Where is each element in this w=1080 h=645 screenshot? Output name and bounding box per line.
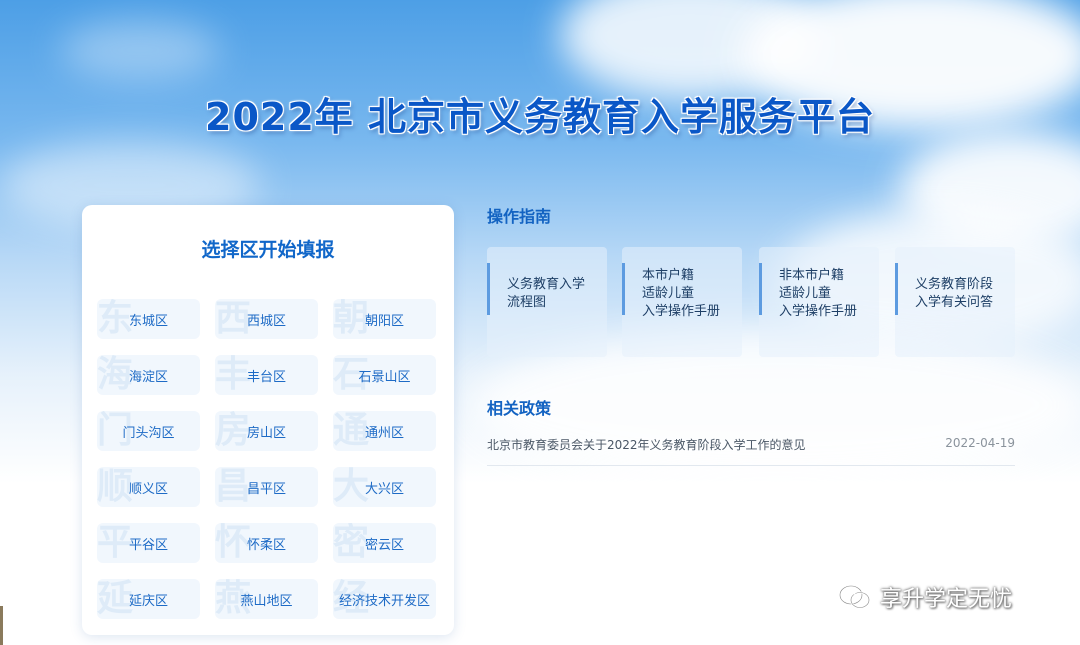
district-label: 门头沟区: [122, 425, 175, 441]
district-label: 海淀区: [128, 369, 168, 385]
district-label: 东城区: [128, 313, 168, 329]
guide-accent-bar: [487, 263, 490, 315]
guide-card[interactable]: 义务教育阶段 入学有关问答: [895, 247, 1015, 357]
district-label: 大兴区: [364, 481, 404, 497]
district-label: 怀柔区: [246, 537, 286, 553]
district-label: 密云区: [364, 537, 404, 553]
wechat-icon: [839, 585, 870, 609]
guide-section-title: 操作指南: [487, 207, 552, 226]
edge-handle: [0, 606, 3, 645]
policy-section-title: 相关政策: [487, 399, 552, 418]
district-button[interactable]: 燕燕山地区: [215, 579, 318, 619]
guide-card-line: 适龄儿童: [779, 286, 832, 301]
district-button[interactable]: 延延庆区: [97, 579, 200, 619]
guide-card-text: 非本市户籍适龄儿童入学操作手册: [779, 247, 875, 357]
guide-accent-bar: [759, 263, 762, 315]
district-button[interactable]: 密密云区: [333, 523, 436, 563]
guide-card-line: 入学操作手册: [642, 304, 721, 319]
district-watermark-char: 怀: [215, 523, 252, 563]
watermark: 享升学定无忧: [838, 582, 1012, 612]
district-label: 通州区: [364, 425, 404, 441]
district-grid: 东东城区西西城区朝朝阳区海海淀区丰丰台区石石景山区门门头沟区房房山区通通州区顺顺…: [97, 299, 436, 619]
guide-card-line: 入学操作手册: [779, 304, 858, 319]
district-button[interactable]: 门门头沟区: [97, 411, 200, 451]
guide-card-text: 义务教育入学 流程图: [507, 247, 603, 357]
district-button[interactable]: 经经济技术开发区: [333, 579, 436, 619]
district-watermark-char: 昌: [215, 467, 252, 507]
district-label: 房山区: [246, 425, 286, 441]
district-button[interactable]: 房房山区: [215, 411, 318, 451]
guide-accent-bar: [895, 263, 898, 315]
district-watermark-char: 东: [97, 299, 134, 339]
district-button[interactable]: 海海淀区: [97, 355, 200, 395]
watermark-text: 享升学定无忧: [880, 587, 1013, 612]
guide-card[interactable]: 本市户籍适龄儿童入学操作手册: [622, 247, 742, 357]
district-label: 顺义区: [128, 481, 168, 497]
district-button[interactable]: 朝朝阳区: [333, 299, 436, 339]
district-button[interactable]: 大大兴区: [333, 467, 436, 507]
district-watermark-char: 朝: [333, 299, 370, 339]
district-button[interactable]: 西西城区: [215, 299, 318, 339]
district-label: 西城区: [246, 313, 286, 329]
district-label: 经济技术开发区: [338, 593, 430, 609]
district-watermark-char: 房: [215, 411, 252, 451]
district-label: 平谷区: [128, 537, 168, 553]
guide-card-line: 适龄儿童: [642, 286, 695, 301]
policy-link-text[interactable]: 北京市教育委员会关于2022年义务教育阶段入学工作的意见: [487, 436, 806, 453]
district-watermark-char: 顺: [97, 467, 134, 507]
guide-card[interactable]: 非本市户籍适龄儿童入学操作手册: [759, 247, 879, 357]
guide-card-line: 流程图: [507, 295, 547, 310]
district-watermark-char: 丰: [215, 355, 252, 395]
district-label: 延庆区: [128, 593, 168, 609]
district-watermark-char: 通: [333, 411, 370, 451]
guide-accent-bar: [622, 263, 625, 315]
page-title: 2022年 北京市义务教育入学服务平台: [205, 95, 875, 139]
district-label: 昌平区: [246, 481, 286, 497]
guide-card-line: 义务教育入学: [507, 277, 586, 292]
guide-card-line: 本市户籍: [642, 268, 695, 283]
district-button[interactable]: 昌昌平区: [215, 467, 318, 507]
guide-card-text: 本市户籍适龄儿童入学操作手册: [642, 247, 738, 357]
district-watermark-char: 海: [97, 355, 134, 395]
district-label: 朝阳区: [364, 313, 404, 329]
guide-card-line: 义务教育阶段: [915, 277, 994, 292]
district-watermark-char: 大: [333, 467, 370, 507]
district-button[interactable]: 石石景山区: [333, 355, 436, 395]
district-label: 燕山地区: [240, 593, 293, 609]
policy-date: 2022-04-19: [945, 436, 1015, 450]
district-card-title: 选择区开始填报: [201, 239, 335, 261]
guide-card-text: 义务教育阶段 入学有关问答: [915, 247, 1011, 357]
district-button[interactable]: 通通州区: [333, 411, 436, 451]
district-button[interactable]: 平平谷区: [97, 523, 200, 563]
district-button[interactable]: 顺顺义区: [97, 467, 200, 507]
district-button[interactable]: 东东城区: [97, 299, 200, 339]
guide-card-line: 入学有关问答: [915, 295, 994, 310]
district-watermark-char: 密: [333, 523, 370, 563]
district-label: 石景山区: [358, 369, 411, 385]
guide-card-line: 非本市户籍: [779, 268, 845, 283]
district-selection-card: 选择区开始填报 东东城区西西城区朝朝阳区海海淀区丰丰台区石石景山区门门头沟区房房…: [82, 205, 454, 635]
district-watermark-char: 平: [97, 523, 134, 563]
district-watermark-char: 延: [97, 579, 134, 619]
district-label: 丰台区: [246, 369, 286, 385]
guide-card[interactable]: 义务教育入学 流程图: [487, 247, 607, 357]
district-watermark-char: 西: [215, 299, 252, 339]
district-button[interactable]: 怀怀柔区: [215, 523, 318, 563]
policy-list-item[interactable]: 北京市教育委员会关于2022年义务教育阶段入学工作的意见 2022-04-19: [487, 428, 1015, 466]
district-button[interactable]: 丰丰台区: [215, 355, 318, 395]
